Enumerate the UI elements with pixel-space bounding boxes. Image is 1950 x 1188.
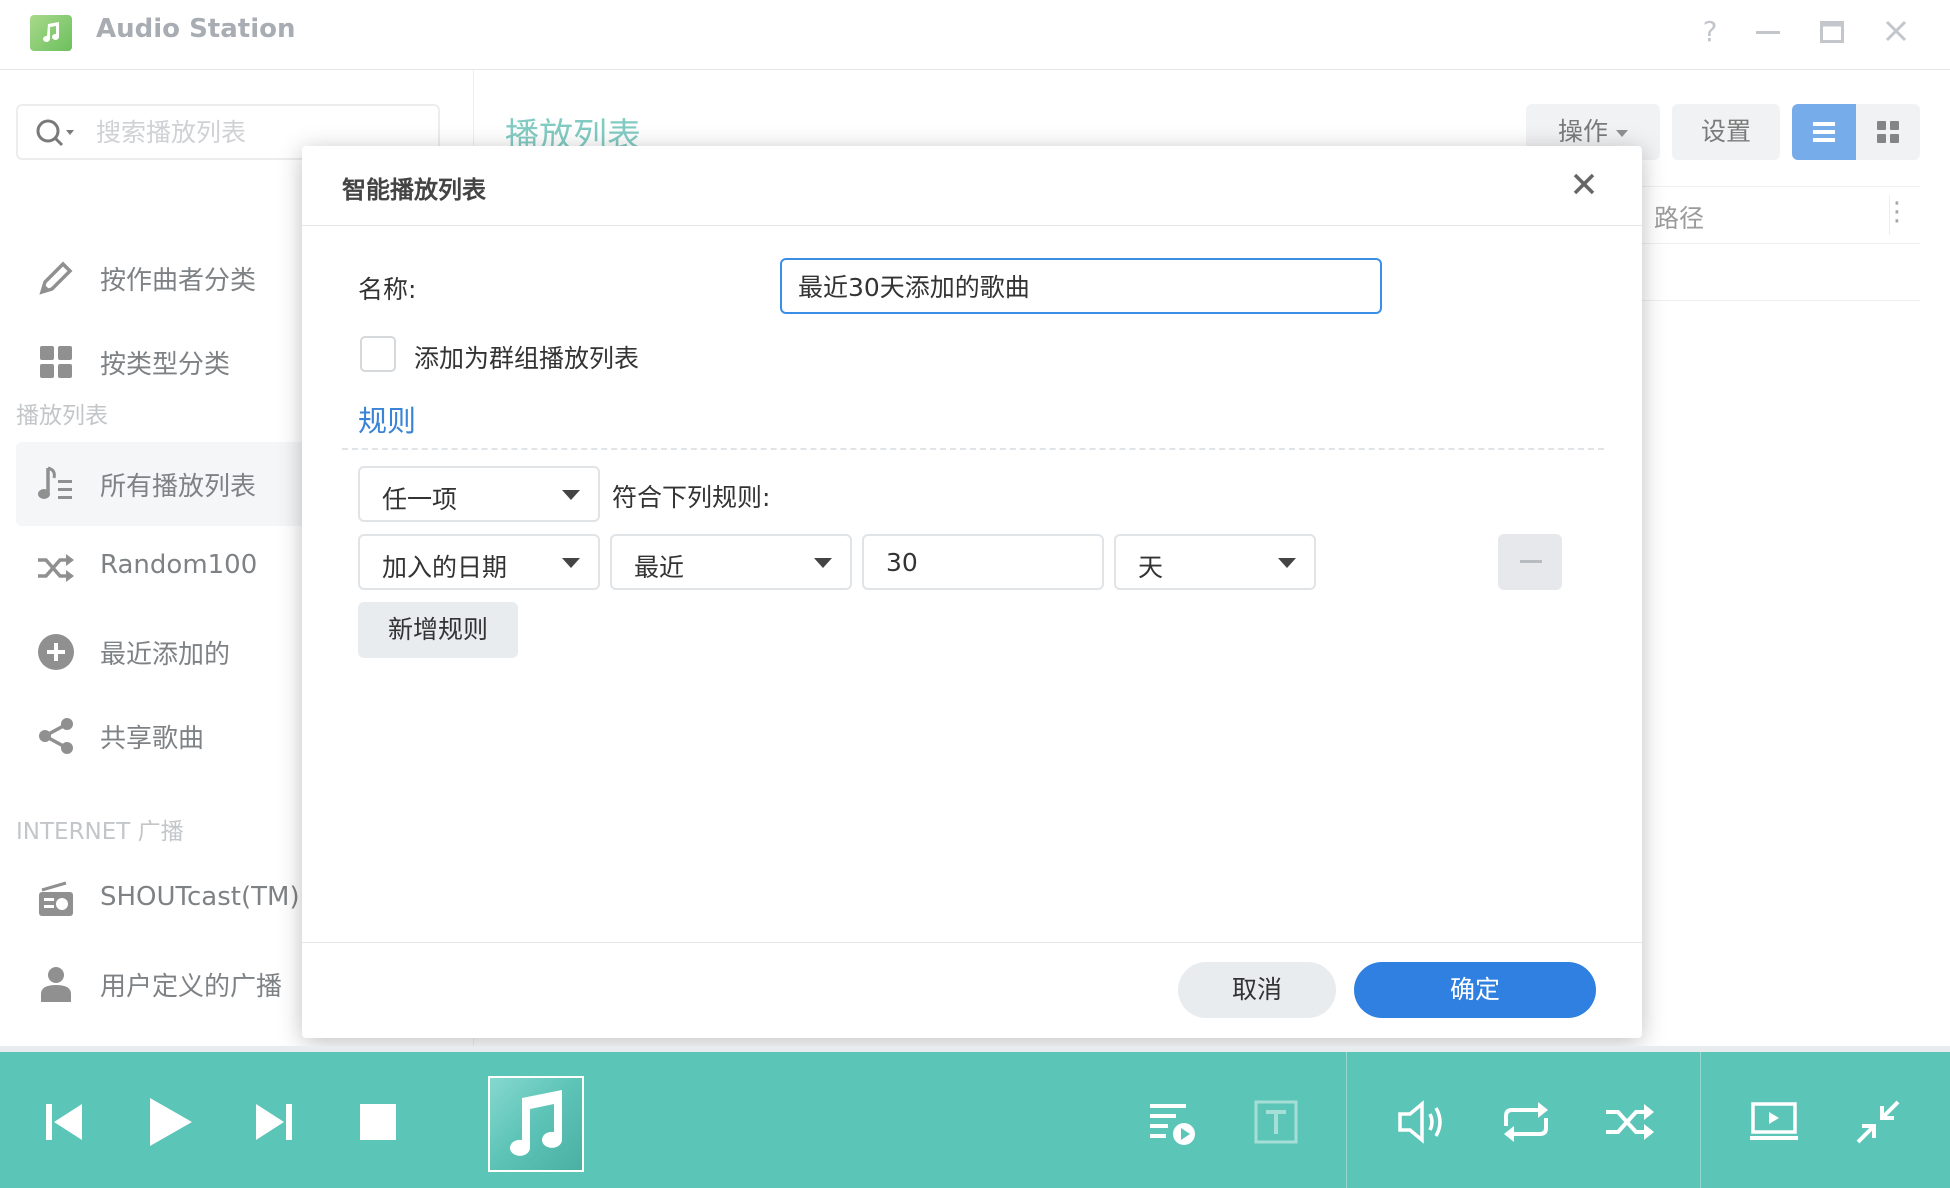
rule-operator-value: 最近 [634, 553, 685, 582]
group-playlist-checkbox[interactable] [360, 336, 396, 372]
close-icon[interactable] [1878, 14, 1914, 50]
play-icon[interactable] [140, 1092, 200, 1152]
maximize-icon[interactable] [1814, 14, 1850, 50]
app-title: Audio Station [96, 14, 296, 44]
chevron-down-icon [562, 490, 580, 500]
name-label: 名称: [358, 275, 417, 304]
chevron-down-icon [562, 558, 580, 568]
name-field[interactable] [780, 258, 1382, 314]
minus-icon [1520, 560, 1542, 563]
dialog-title: 智能播放列表 [342, 176, 486, 204]
ok-button[interactable]: 确定 [1354, 962, 1596, 1018]
rule-field-value: 加入的日期 [382, 553, 508, 582]
previous-track-icon[interactable] [34, 1092, 94, 1152]
close-icon[interactable] [1566, 166, 1602, 202]
match-mode-select[interactable]: 任一项 [358, 466, 600, 522]
title-bar: Audio Station ? [0, 0, 1950, 70]
add-rule-button[interactable]: 新增规则 [358, 602, 518, 658]
smart-playlist-dialog: 智能播放列表 名称: 添加为群组播放列表 规则 任一项 符合下列规则: 加入的日… [302, 146, 1642, 1038]
music-app-icon [30, 15, 72, 51]
repeat-icon[interactable] [1496, 1092, 1556, 1152]
rule-operator-select[interactable]: 最近 [610, 534, 852, 590]
match-suffix-label: 符合下列规则: [612, 483, 771, 512]
dialog-header: 智能播放列表 [302, 146, 1642, 226]
album-art[interactable] [488, 1076, 584, 1172]
match-mode-value: 任一项 [382, 485, 458, 514]
volume-icon[interactable] [1392, 1092, 1452, 1152]
rules-divider [342, 448, 1604, 450]
rule-unit-value: 天 [1138, 553, 1164, 582]
next-track-icon[interactable] [244, 1092, 304, 1152]
chevron-down-icon [814, 558, 832, 568]
stop-icon[interactable] [348, 1092, 408, 1152]
player-divider [1700, 1052, 1701, 1188]
rule-unit-select[interactable]: 天 [1114, 534, 1316, 590]
rule-value-field[interactable] [862, 534, 1104, 590]
dialog-footer-divider [302, 942, 1642, 943]
group-playlist-label[interactable]: 添加为群组播放列表 [414, 339, 639, 375]
cancel-button[interactable]: 取消 [1178, 962, 1336, 1018]
player-divider [1346, 1052, 1347, 1188]
rules-heading: 规则 [358, 404, 417, 438]
playlist-queue-icon[interactable] [1142, 1092, 1202, 1152]
rule-field-select[interactable]: 加入的日期 [358, 534, 600, 590]
screen-output-icon[interactable] [1744, 1092, 1804, 1152]
minimize-icon[interactable] [1750, 14, 1786, 50]
chevron-down-icon [1278, 558, 1296, 568]
shuffle-icon[interactable] [1600, 1092, 1660, 1152]
help-icon[interactable]: ? [1692, 14, 1728, 50]
player-bar [0, 1046, 1950, 1188]
lyrics-icon [1246, 1092, 1306, 1152]
remove-rule-button[interactable] [1498, 534, 1562, 590]
mini-player-icon[interactable] [1848, 1092, 1908, 1152]
